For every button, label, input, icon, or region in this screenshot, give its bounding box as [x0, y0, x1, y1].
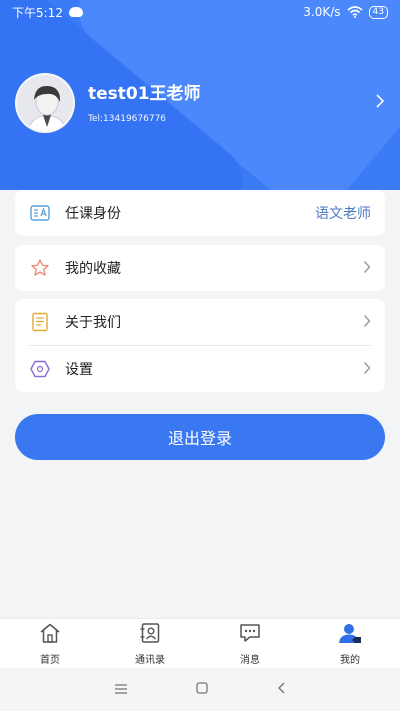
tab-home[interactable]: 首页: [0, 619, 100, 668]
tab-mine-label: 我的: [340, 654, 360, 666]
chevron-right-icon[interactable]: [375, 93, 385, 113]
logout-button[interactable]: 退出登录: [15, 414, 385, 460]
tab-mine[interactable]: 我的: [300, 619, 400, 668]
chevron-right-icon: [363, 259, 371, 278]
back-icon[interactable]: [276, 680, 286, 699]
status-bar: 下午5:12 3.0K/s 43: [0, 0, 400, 24]
favorites-card: 我的收藏: [15, 245, 385, 291]
settings-label: 设置: [65, 362, 93, 378]
avatar[interactable]: [15, 73, 75, 133]
tab-messages-label: 消息: [240, 654, 260, 666]
role-label: 任课身份: [65, 206, 121, 222]
menu-item-favorites[interactable]: 我的收藏: [15, 245, 385, 291]
profile-phone: Tel:13419676776: [88, 113, 167, 124]
chevron-right-icon: [363, 360, 371, 379]
menu-icon[interactable]: [114, 680, 128, 699]
status-time: 下午5:12: [12, 5, 63, 20]
book-icon: [29, 311, 51, 333]
profile-name: test01王老师: [88, 83, 201, 104]
chevron-right-icon: [363, 313, 371, 332]
battery-indicator: 43: [368, 5, 388, 19]
hexagon-settings-icon: [29, 358, 51, 380]
tab-contacts[interactable]: 通讯录: [100, 619, 200, 668]
role-card: 任课身份 语文老师: [15, 190, 385, 236]
favorites-label: 我的收藏: [65, 261, 121, 277]
menu-item-settings[interactable]: 设置: [15, 346, 385, 392]
user-icon: [337, 622, 363, 647]
tab-messages[interactable]: 消息: [200, 619, 300, 668]
cloud-icon: [68, 7, 83, 17]
message-icon: [238, 622, 262, 647]
tab-contacts-label: 通讯录: [135, 654, 165, 666]
menu-item-role[interactable]: 任课身份 语文老师: [15, 190, 385, 236]
system-navigation-bar: [0, 668, 400, 711]
profile-summary[interactable]: test01王老师 Tel:13419676776: [15, 73, 385, 133]
id-card-icon: [29, 202, 51, 224]
wifi-icon: [347, 6, 363, 18]
contacts-icon: [138, 622, 162, 647]
menu-item-about[interactable]: 关于我们: [15, 299, 385, 345]
about-label: 关于我们: [65, 315, 121, 331]
home-button-icon[interactable]: [195, 680, 209, 699]
bottom-tab-bar: 首页 通讯录 消息 我的: [0, 618, 400, 668]
tab-home-label: 首页: [40, 654, 60, 666]
network-speed: 3.0K/s: [303, 5, 341, 19]
role-value: 语文老师: [315, 206, 371, 222]
about-settings-card: 关于我们 设置: [15, 299, 385, 392]
star-icon: [29, 257, 51, 279]
home-icon: [38, 622, 62, 647]
